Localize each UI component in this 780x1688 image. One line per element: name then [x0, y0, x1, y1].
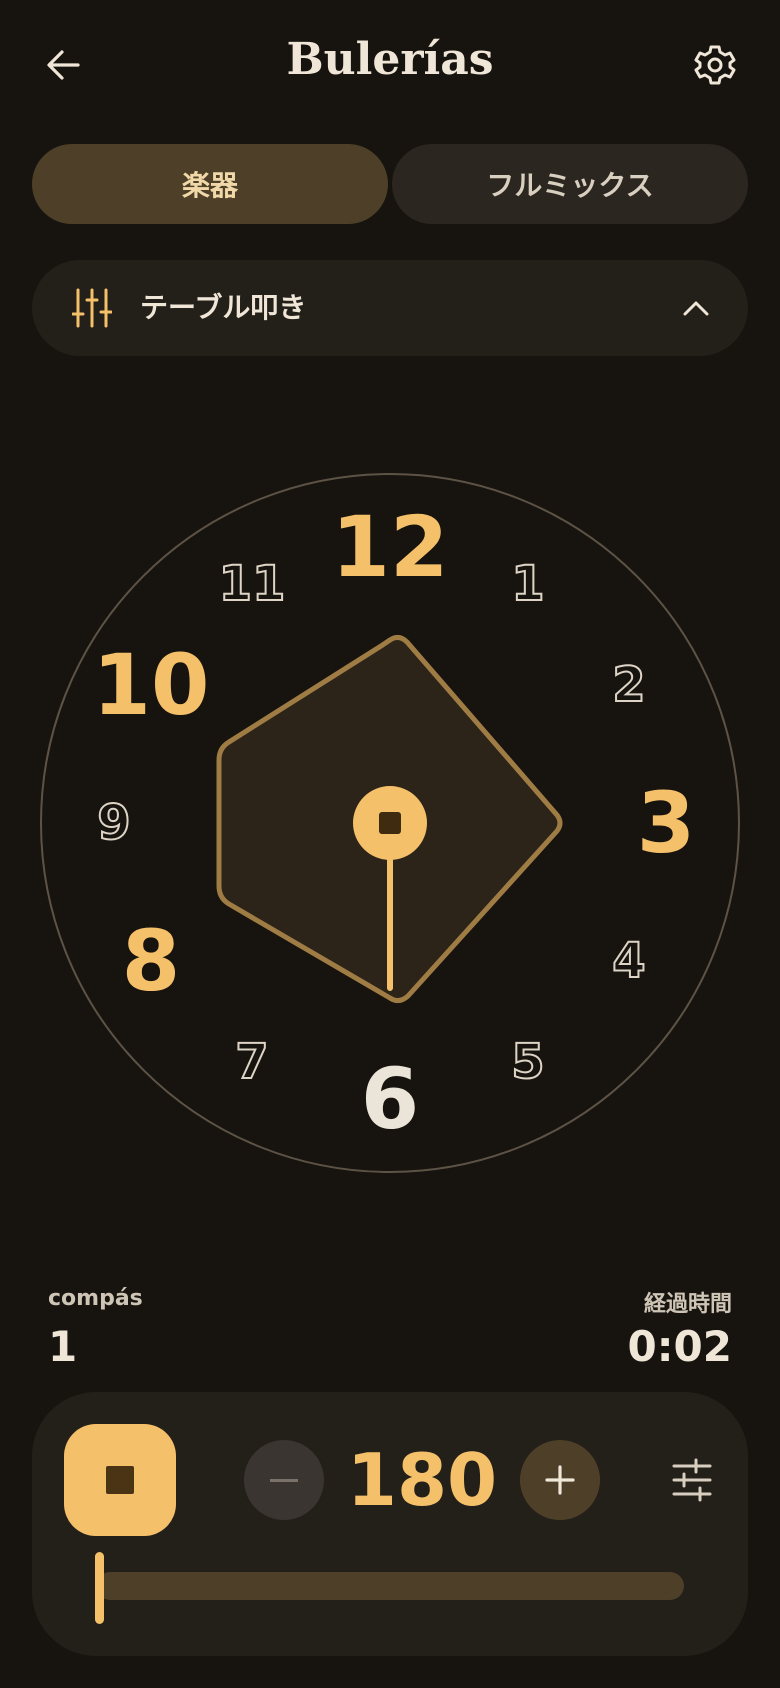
clock-number-11: 11 — [219, 556, 286, 612]
compas-count: 1 — [48, 1322, 78, 1371]
plus-icon — [545, 1465, 575, 1495]
compas-label: compás — [48, 1286, 143, 1311]
clock-number-1: 1 — [511, 556, 544, 612]
clock-number-4: 4 — [612, 933, 645, 989]
clock-number-12: 12 — [332, 498, 449, 596]
tempo-increase-button[interactable] — [520, 1440, 600, 1520]
elapsed-time-label: 経過時間 — [643, 1292, 732, 1317]
progress-handle[interactable] — [95, 1552, 104, 1624]
stop-icon — [106, 1466, 134, 1494]
chevron-up-icon[interactable] — [680, 294, 712, 322]
clock-hub-center — [379, 812, 401, 834]
clock-number-10: 10 — [93, 636, 210, 734]
page-title: Bulerías — [286, 34, 494, 85]
progress-track[interactable] — [96, 1572, 684, 1600]
clock-number-8: 8 — [122, 912, 180, 1010]
clock-number-2: 2 — [612, 657, 645, 713]
gear-icon[interactable] — [690, 40, 740, 90]
tab-full-mix-label: フルミックス — [486, 169, 654, 202]
selector-label: テーブル叩き — [140, 291, 307, 324]
stop-button[interactable] — [64, 1424, 176, 1536]
minus-icon — [270, 1478, 298, 1482]
clock-number-3: 3 — [637, 774, 695, 872]
elapsed-time-value: 0:02 — [627, 1322, 732, 1371]
tab-instrument[interactable]: 楽器 — [32, 144, 388, 224]
tune-icon[interactable] — [672, 1458, 712, 1502]
compas-clock: 12 1234567891011 — [40, 473, 740, 1173]
tab-instrument-label: 楽器 — [181, 169, 238, 202]
sliders-icon — [72, 288, 112, 328]
clock-number-7: 7 — [235, 1034, 268, 1090]
tab-full-mix[interactable]: フルミックス — [392, 144, 748, 224]
clock-number-6: 6 — [361, 1050, 419, 1148]
tempo-value: 180 — [346, 1438, 498, 1522]
clock-number-5: 5 — [511, 1034, 544, 1090]
clock-number-9: 9 — [97, 795, 130, 851]
tempo-decrease-button[interactable] — [244, 1440, 324, 1520]
